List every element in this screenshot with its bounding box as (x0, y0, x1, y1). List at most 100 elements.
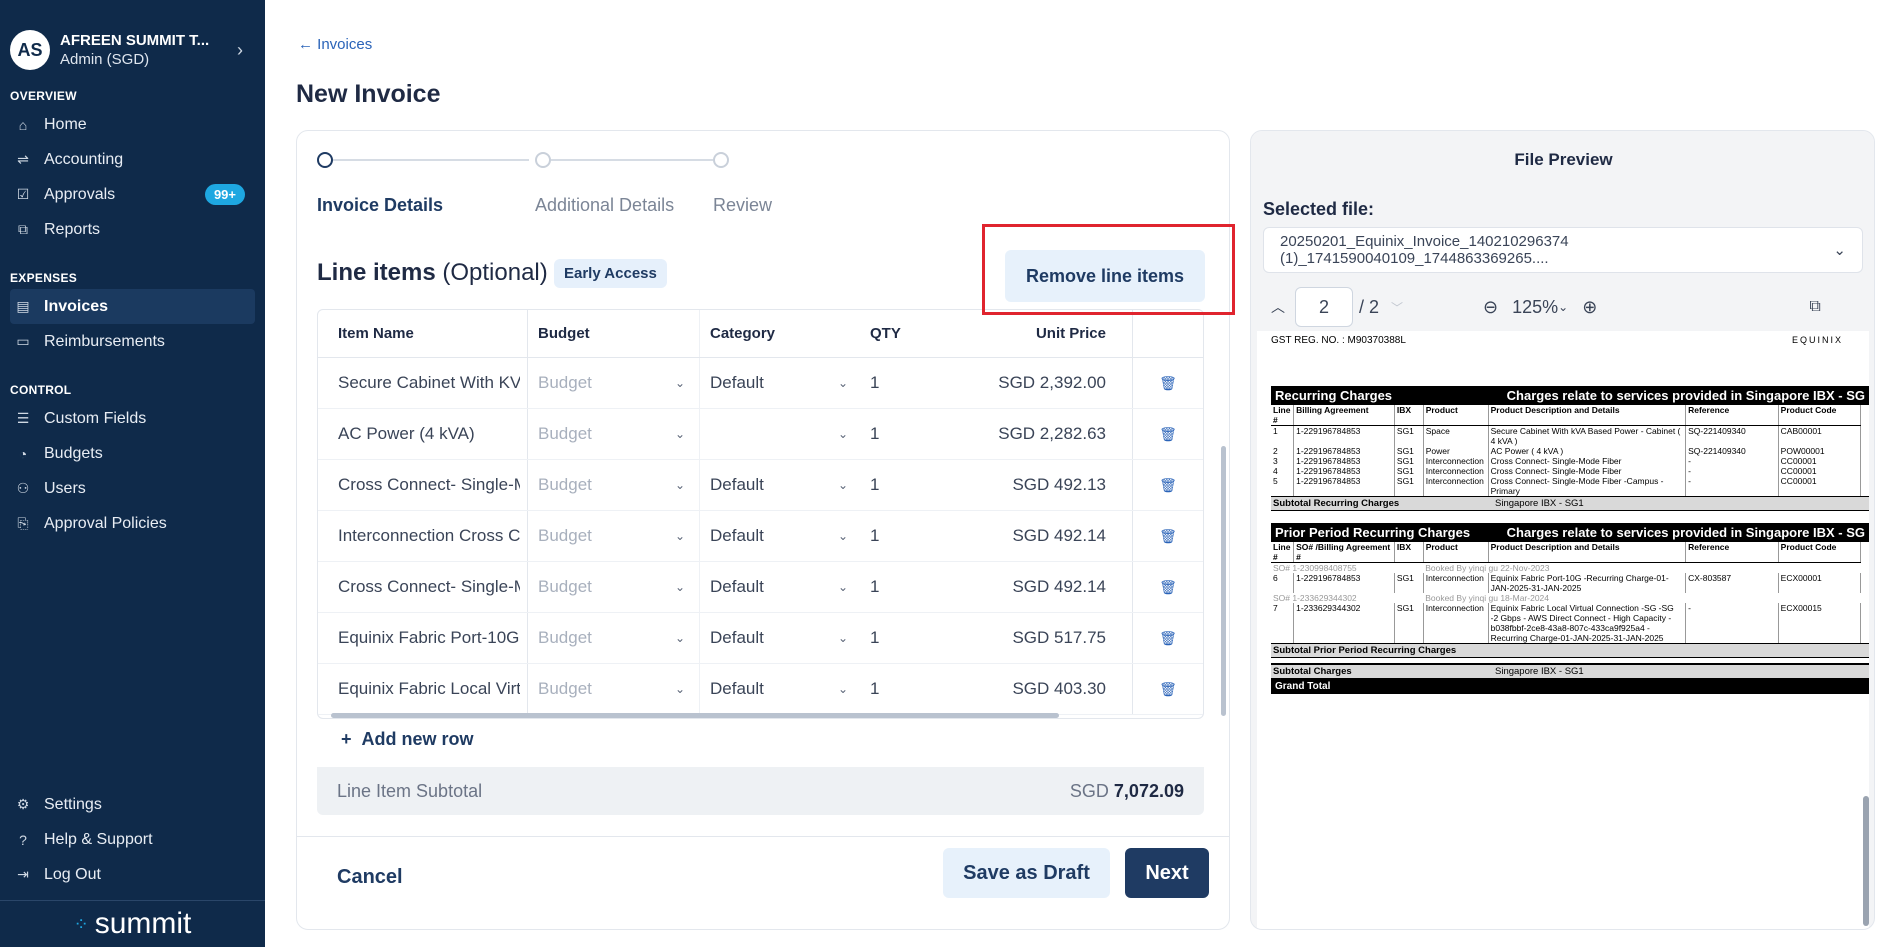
zoom-level[interactable]: 125% (1512, 297, 1558, 318)
sidebar-item-reports[interactable]: ⧉ Reports (10, 212, 255, 247)
item-name-cell[interactable]: AC Power (4 kVA) (318, 409, 528, 459)
sidebar-item-approval-policies[interactable]: ⎘ Approval Policies (10, 506, 255, 541)
category-select[interactable]: Default ⌄ (700, 460, 860, 510)
budget-select[interactable]: Budget ⌄ (528, 460, 700, 510)
unit-price-input[interactable]: SGD 403.30 (960, 664, 1133, 714)
category-select[interactable]: ⌄ (700, 409, 860, 459)
qty-input[interactable]: 1 (860, 613, 960, 663)
chevron-down-icon: ⌄ (837, 529, 848, 543)
open-external-icon[interactable]: ⧉ (1809, 298, 1820, 316)
doc-cell: 6 (1271, 573, 1295, 593)
chevron-down-icon: ⌄ (837, 580, 848, 594)
qty-input[interactable]: 1 (860, 664, 960, 714)
budget-select[interactable]: Budget ⌄ (528, 358, 700, 408)
sidebar-item-budgets[interactable]: ◔ Budgets (10, 436, 255, 471)
step-review[interactable]: Review (713, 195, 772, 216)
save-draft-button[interactable]: Save as Draft (943, 848, 1110, 898)
step-connector (333, 159, 529, 161)
item-name-cell[interactable]: Cross Connect- Single-Mode Fiber (318, 460, 528, 510)
horizontal-scrollbar[interactable] (331, 713, 1059, 718)
delete-row-button[interactable]: 🗑 (1133, 562, 1203, 612)
qty-input[interactable]: 1 (860, 562, 960, 612)
table-row: AC Power (4 kVA) Budget ⌄ ⌄ 1 SGD 2,282.63 🗑 (318, 409, 1203, 460)
add-new-row-button[interactable]: + Add new row (341, 729, 474, 750)
sidebar-item-logout[interactable]: ⇥ Log Out (10, 857, 255, 892)
category-select[interactable]: Default ⌄ (700, 358, 860, 408)
unit-price-input[interactable]: SGD 2,392.00 (960, 358, 1133, 408)
sidebar-item-label: Log Out (44, 865, 101, 883)
next-button[interactable]: Next (1125, 848, 1209, 898)
line-items-title: Line items (Optional) (317, 259, 548, 287)
doc-cell: Equinix Fabric Local Virtual Connection … (1488, 603, 1687, 643)
doc-cell: 1-229196784853 (1293, 456, 1395, 466)
zoom-chevron-icon: ⌄ (1558, 300, 1569, 314)
selected-file-dropdown[interactable]: 20250201_Equinix_Invoice_140210296374 (1… (1263, 227, 1863, 273)
delete-row-button[interactable]: 🗑 (1133, 358, 1203, 408)
category-select[interactable]: Default ⌄ (700, 511, 860, 561)
doc-table-row: 6 1-229196784853 SG1 Interconnection Equinix… (1271, 573, 1862, 593)
qty-input[interactable]: 1 (860, 511, 960, 561)
qty-input[interactable]: 1 (860, 460, 960, 510)
doc-prior-title-bar: Prior Period Recurring Charges Charges re… (1271, 523, 1869, 542)
unit-price-input[interactable]: SGD 517.75 (960, 613, 1133, 663)
delete-row-button[interactable]: 🗑 (1133, 664, 1203, 714)
table-row: Interconnection Cross ConnectBudget⌄Defa… (318, 511, 1203, 562)
arrow-left-icon: ← (298, 36, 313, 53)
cancel-button[interactable]: Cancel (337, 866, 403, 889)
category-select[interactable]: Default ⌄ (700, 562, 860, 612)
sidebar-item-custom-fields[interactable]: ☰ Custom Fields (10, 401, 255, 436)
next-page-icon[interactable]: ﹀ (1391, 299, 1403, 316)
item-name-cell[interactable]: Cross Connect- Single-Mode Fiber (318, 562, 528, 612)
budget-select[interactable]: Budget ⌄ (528, 511, 700, 561)
item-name-cell[interactable]: Equinix Fabric Local Virtual Connection (318, 664, 528, 714)
unit-price-input[interactable]: SGD 492.14 (960, 511, 1133, 561)
sidebar-item-settings[interactable]: ⚙ Settings (10, 787, 255, 822)
doc-subtotal-recurring-loc: Singapore IBX - SG1 (1495, 498, 1584, 509)
delete-row-button[interactable]: 🗑 (1133, 460, 1203, 510)
sidebar-item-label: Accounting (44, 150, 124, 168)
preview-scrollbar[interactable] (1863, 796, 1869, 926)
sidebar-item-users[interactable]: ⚇ Users (10, 471, 255, 506)
page-number-input[interactable]: 2 (1295, 287, 1353, 327)
unit-price-input[interactable]: SGD 2,282.63 (960, 409, 1133, 459)
sidebar-item-help[interactable]: ? Help & Support (10, 822, 255, 857)
item-name-cell[interactable]: Equinix Fabric Port-10G (318, 613, 528, 663)
doc-subtotal-charges-loc: Singapore IBX - SG1 (1495, 666, 1584, 677)
budget-select[interactable]: Budget ⌄ (528, 664, 700, 714)
item-name-cell[interactable]: Secure Cabinet With KVA Based Power (318, 358, 528, 408)
unit-price-input[interactable]: SGD 492.14 (960, 562, 1133, 612)
category-select[interactable]: Default ⌄ (700, 664, 860, 714)
zoom-in-icon[interactable]: ⊕ (1582, 297, 1597, 318)
item-name-cell[interactable]: Interconnection Cross Connect (318, 511, 528, 561)
doc-header: GST REG. NO. : M90370388L EQUINIX (1257, 331, 1869, 346)
sidebar-item-home[interactable]: ⌂ Home (10, 107, 255, 142)
org-switcher[interactable]: AS AFREEN SUMMIT T... Admin (SGD) › (0, 0, 265, 80)
delete-row-button[interactable]: 🗑 (1133, 511, 1203, 561)
chart-icon: ⧉ (18, 221, 28, 237)
budget-select[interactable]: Budget ⌄ (528, 613, 700, 663)
unit-price-input[interactable]: SGD 492.13 (960, 460, 1133, 510)
table-body: Secure Cabinet With KVA Based Power Budge… (318, 358, 1203, 715)
line-items-optional: (Optional) (442, 259, 548, 286)
doc-cell: SG1 (1394, 456, 1424, 466)
budget-select[interactable]: Budget ⌄ (528, 409, 700, 459)
step-invoice-details[interactable]: Invoice Details (317, 195, 443, 216)
doc-table-row: 3 1-229196784853 SG1 Interconnection Cross C… (1271, 456, 1862, 466)
category-select[interactable]: Default ⌄ (700, 613, 860, 663)
sidebar-item-reimbursements[interactable]: ▭ Reimbursements (10, 324, 255, 359)
vertical-scrollbar[interactable] (1221, 446, 1226, 716)
sidebar-item-accounting[interactable]: ⇌ Accounting (10, 142, 255, 177)
delete-row-button[interactable]: 🗑 (1133, 613, 1203, 663)
prev-page-icon[interactable]: ︿ (1271, 297, 1285, 317)
zoom-out-icon[interactable]: ⊖ (1483, 297, 1498, 318)
sidebar-item-approvals[interactable]: ☑ Approvals 99+ (10, 177, 255, 212)
back-link[interactable]: ← Invoices (298, 36, 372, 53)
item-name: Equinix Fabric Port-10G (338, 628, 520, 647)
doc-cell: SQ-221409340 (1685, 446, 1779, 456)
qty-input[interactable]: 1 (860, 358, 960, 408)
step-additional-details[interactable]: Additional Details (535, 195, 674, 216)
sidebar-item-invoices[interactable]: ▤ Invoices (10, 289, 255, 324)
qty-input[interactable]: 1 (860, 409, 960, 459)
budget-select[interactable]: Budget ⌄ (528, 562, 700, 612)
delete-row-button[interactable]: 🗑 (1133, 409, 1203, 459)
